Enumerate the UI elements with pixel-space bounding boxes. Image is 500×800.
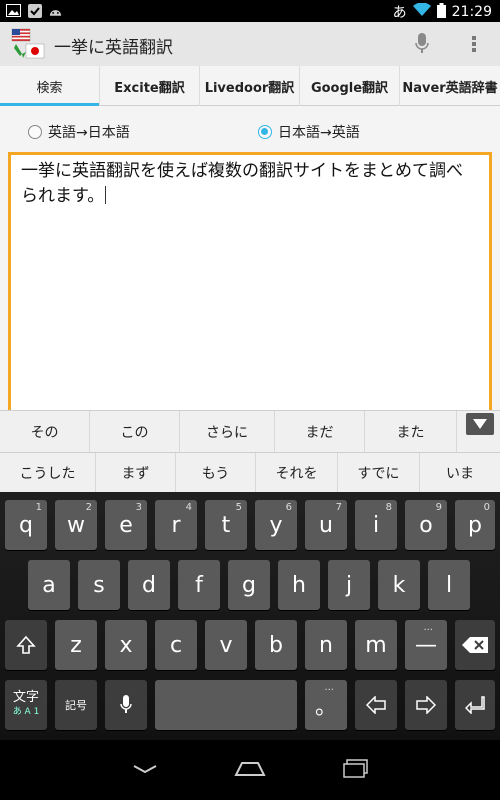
ime-indicator: あ (392, 5, 407, 21)
cursor-left-key[interactable] (355, 680, 397, 730)
key-m[interactable]: m (355, 620, 397, 670)
tab-search[interactable]: 検索 (0, 66, 100, 107)
more-vert-icon (472, 36, 476, 52)
enter-icon (465, 696, 485, 714)
search-panel: 英語→日本語 日本語→英語 一挙に英語翻訳を使えば複数の翻訳サイトをまとめて調べ… (0, 106, 500, 422)
status-bar: あ 21:29 (0, 0, 500, 22)
candidate-item[interactable]: この (90, 411, 180, 452)
key-s[interactable]: s (78, 560, 120, 610)
microphone-icon (415, 33, 429, 53)
conversion-candidates-row-1: その この さらに まだ また (0, 410, 500, 452)
image-icon (6, 3, 21, 18)
symbol-key[interactable]: 記号 (55, 680, 97, 730)
key-u[interactable]: u7 (305, 500, 347, 550)
tab-bar: 検索 Excite翻訳 Livedoor翻訳 Google翻訳 Naver英語辞… (0, 66, 500, 107)
key-n[interactable]: n (305, 620, 347, 670)
candidate-item[interactable]: さらに (180, 411, 275, 452)
shift-icon (16, 635, 36, 654)
chevron-down-icon (133, 765, 157, 774)
radio-button[interactable] (258, 125, 272, 139)
key-v[interactable]: v (205, 620, 247, 670)
radio-en-to-ja[interactable]: 英語→日本語 (28, 122, 130, 142)
candidate-item[interactable]: その (0, 411, 90, 452)
voice-key[interactable] (105, 680, 147, 730)
enter-key[interactable] (455, 680, 495, 730)
check-icon (27, 3, 42, 18)
key-h[interactable]: h (278, 560, 320, 610)
key-c[interactable]: c (155, 620, 197, 670)
key-i[interactable]: i8 (355, 500, 397, 550)
battery-icon (436, 2, 446, 22)
key-f[interactable]: f (178, 560, 220, 610)
tab-naver[interactable]: Naver英語辞書 (400, 66, 500, 106)
key-k[interactable]: k (378, 560, 420, 610)
app-logo-icon (10, 26, 46, 62)
candidate-item[interactable]: まず (96, 453, 176, 492)
key-r[interactable]: r4 (155, 500, 197, 550)
candidate-item[interactable]: すでに (338, 453, 420, 492)
key-period[interactable]: 。... (305, 680, 347, 730)
key-q[interactable]: q1 (5, 500, 47, 550)
tab-livedoor[interactable]: Livedoor翻訳 (200, 66, 300, 106)
overflow-menu-button[interactable] (462, 30, 486, 58)
candidate-item[interactable]: もう (176, 453, 256, 492)
conversion-candidates-row-2: こうした まず もう それを すでに いま (0, 452, 500, 492)
recent-apps-button[interactable] (336, 754, 376, 784)
input-text: 一挙に英語翻訳を使えば複数の翻訳サイトをまとめて調べられます。 (21, 161, 463, 206)
wifi-icon (412, 2, 431, 21)
radio-button[interactable] (28, 125, 42, 139)
key-a[interactable]: a (28, 560, 70, 610)
key-t[interactable]: t5 (205, 500, 247, 550)
candidate-item[interactable]: それを (256, 453, 338, 492)
key-dash[interactable]: —... (405, 620, 447, 670)
back-button[interactable] (125, 754, 165, 784)
input-mode-key[interactable]: 文字 あ A 1 (5, 680, 47, 730)
candidate-item[interactable]: いま (420, 453, 500, 492)
home-button[interactable] (230, 754, 270, 784)
recent-apps-icon (343, 759, 368, 778)
key-d[interactable]: d (128, 560, 170, 610)
shift-key[interactable] (5, 620, 47, 670)
android-icon (48, 3, 63, 18)
space-key[interactable] (155, 680, 297, 730)
triangle-down-icon (473, 419, 487, 429)
navigation-bar (0, 740, 500, 800)
key-g[interactable]: g (228, 560, 270, 610)
tab-excite[interactable]: Excite翻訳 (100, 66, 200, 106)
radio-ja-to-en[interactable]: 日本語→英語 (258, 122, 360, 142)
cursor-right-key[interactable] (405, 680, 447, 730)
action-bar: 一挙に英語翻訳 (0, 22, 500, 66)
voice-input-button[interactable] (408, 30, 436, 58)
key-p[interactable]: p0 (455, 500, 495, 550)
backspace-icon (462, 637, 488, 653)
translation-input[interactable]: 一挙に英語翻訳を使えば複数の翻訳サイトをまとめて調べられます。 (8, 152, 492, 422)
key-b[interactable]: b (255, 620, 297, 670)
arrow-left-icon (366, 696, 386, 714)
home-icon (234, 762, 266, 776)
key-y[interactable]: y6 (255, 500, 297, 550)
key-w[interactable]: w2 (55, 500, 97, 550)
backspace-key[interactable] (455, 620, 495, 670)
software-keyboard: q1 w2 e3 r4 t5 y6 u7 i8 o9 p0 a s d f g … (0, 492, 500, 740)
candidate-item[interactable]: また (365, 411, 457, 452)
key-x[interactable]: x (105, 620, 147, 670)
collapse-candidates-button[interactable] (466, 413, 494, 435)
text-caret (105, 186, 107, 204)
key-e[interactable]: e3 (105, 500, 147, 550)
clock: 21:29 (451, 4, 492, 20)
app-title: 一挙に英語翻訳 (54, 38, 173, 58)
arrow-right-icon (416, 696, 436, 714)
key-z[interactable]: z (55, 620, 97, 670)
key-j[interactable]: j (328, 560, 370, 610)
key-o[interactable]: o9 (405, 500, 447, 550)
candidate-item[interactable]: まだ (275, 411, 365, 452)
microphone-icon (120, 695, 132, 713)
candidate-item[interactable]: こうした (0, 453, 96, 492)
tab-google[interactable]: Google翻訳 (300, 66, 400, 106)
key-l[interactable]: l (428, 560, 470, 610)
